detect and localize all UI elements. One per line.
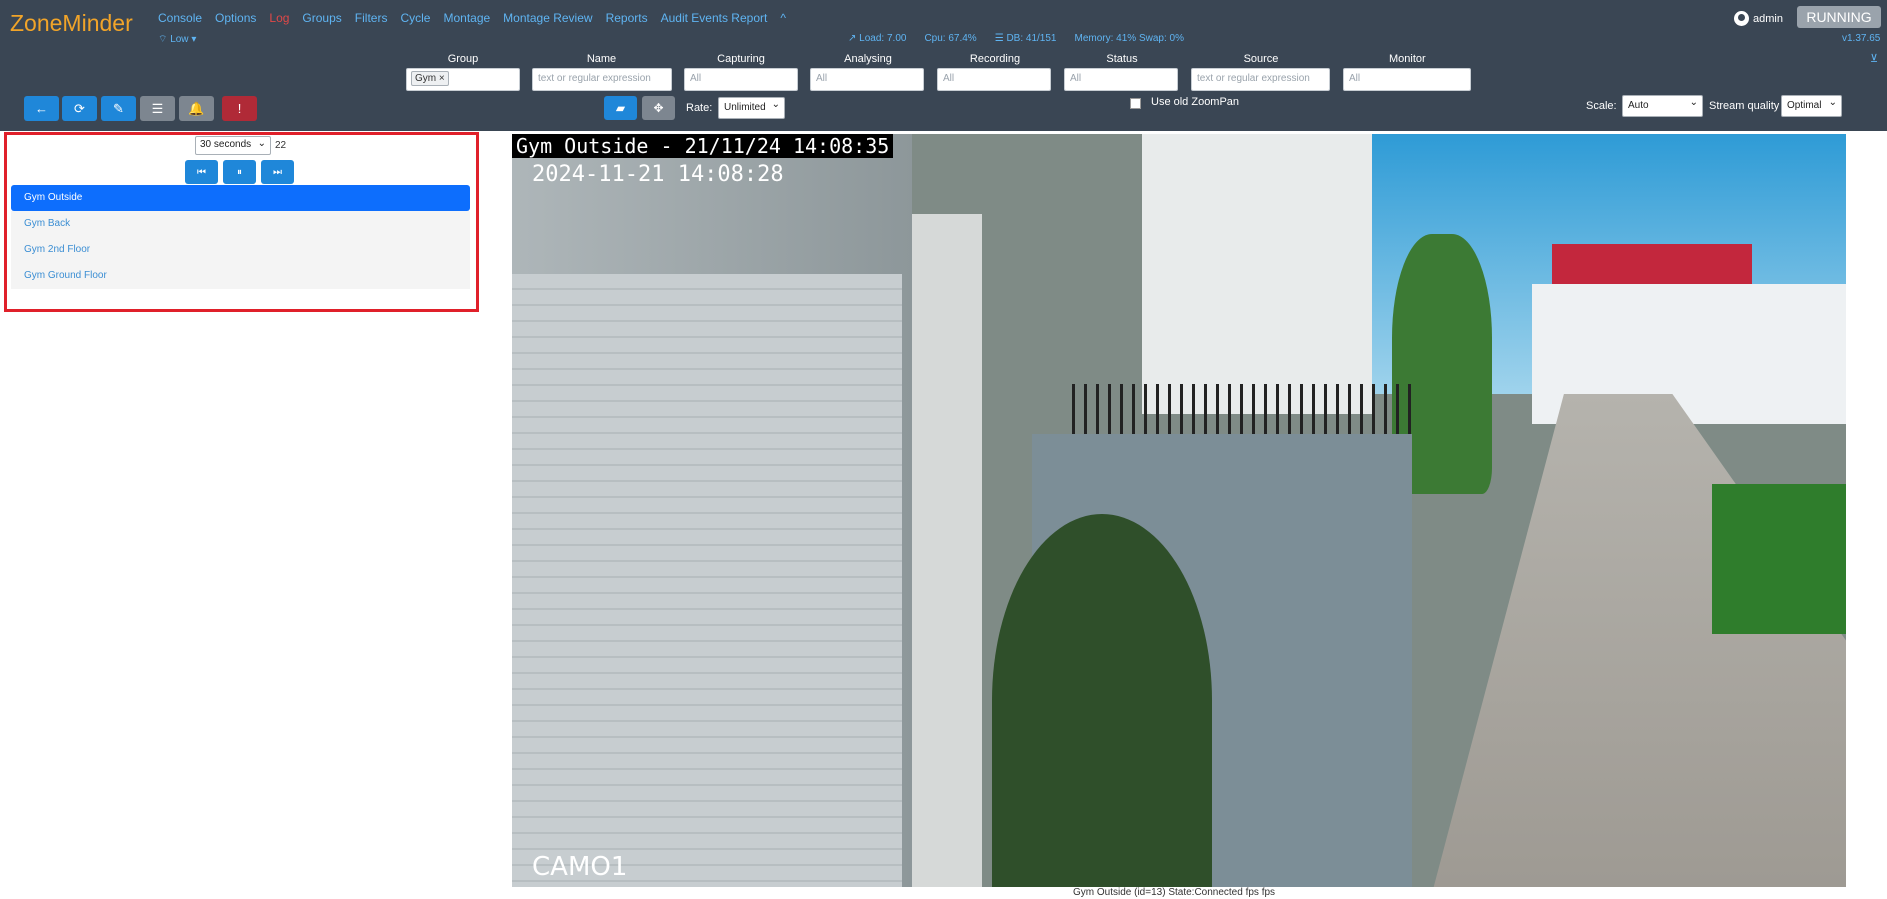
name-label: Name [586,53,617,65]
db-stat: ☰ DB: 41/151 [994,33,1057,44]
scale-select[interactable]: Auto [1622,95,1703,117]
stream-status-caption: Gym Outside (id=13) State:Connected fps … [1073,887,1276,898]
user-icon [1734,11,1749,26]
chevron-down-icon: ▾ [191,34,197,45]
monitor-item-gym-2nd-floor[interactable]: Gym 2nd Floor [11,237,470,263]
menu-cycle[interactable]: Cycle [400,11,430,25]
stream-quality-select[interactable]: Optimal [1781,95,1842,117]
edit-button[interactable]: ✎ [101,96,136,121]
alert-icon: ! [237,101,242,116]
cpu-stat: Cpu: 67.4% [924,33,977,44]
stream-quality-label: Stream quality [1709,100,1780,112]
menu-montage[interactable]: Montage [443,11,490,25]
menu-montage-review[interactable]: Montage Review [503,11,592,25]
capturing-select[interactable]: All [684,68,798,91]
monitor-item-gym-back[interactable]: Gym Back [11,211,470,237]
wifi-icon: ⌔ [158,34,168,45]
stream-overlay-title: Gym Outside - 21/11/24 14:08:35 [512,134,894,158]
group-chip-gym[interactable]: Gym × [411,71,449,86]
play-mode-button[interactable]: ▰ [604,96,637,120]
settings-button[interactable]: ☰ [140,96,175,121]
back-button[interactable]: ← [24,96,59,121]
status-label: Status [1106,53,1138,65]
stream-overlay-camera: CAMO1 [532,852,628,882]
bandwidth-selector[interactable]: ⌔ Low ▾ [158,33,196,46]
menu-audit-events-report[interactable]: Audit Events Report [661,11,768,25]
skip-back-icon: ⏮ [197,166,206,178]
zoompan-checkbox[interactable] [1130,98,1141,109]
monitor-label: Monitor [1389,53,1426,65]
status-select[interactable]: All [1064,68,1178,91]
zoompan-label: Use old ZoomPan [1151,96,1240,108]
bell-icon: 🔔 [188,100,205,116]
name-input[interactable]: text or regular expression [532,68,672,91]
recording-select[interactable]: All [937,68,1051,91]
system-stats: ↗ Load: 7.00 Cpu: 67.4% ☰ DB: 41/151 Mem… [848,33,1184,44]
db-icon: ☰ [994,33,1007,44]
bandwidth-label: Low [170,34,189,45]
brand-logo[interactable]: ZoneMinder [10,10,133,37]
video-icon: ▰ [615,101,626,115]
live-stream-view[interactable]: Gym Outside - 21/11/24 14:08:35 2024-11-… [512,134,1846,887]
menu-log[interactable]: Log [269,11,289,25]
sliders-icon: ☰ [151,100,164,116]
main-menu: Console Options Log Groups Filters Cycle… [158,11,786,25]
filter-toggle-icon[interactable]: ⊻ [1870,52,1878,65]
pause-icon: ⏸ [237,166,242,178]
pause-cycle-button[interactable]: ⏸ [223,160,256,184]
next-monitor-button[interactable]: ⏭ [261,160,294,184]
capturing-label: Capturing [717,53,765,65]
rate-label: Rate: [686,102,713,114]
analysing-select[interactable]: All [810,68,924,91]
menu-filters[interactable]: Filters [355,11,388,25]
menu-collapse[interactable]: ^ [780,11,786,25]
move-icon: ✥ [653,101,664,115]
username: admin [1753,12,1783,25]
refresh-button[interactable]: ⟳ [62,96,97,121]
previous-monitor-button[interactable]: ⏮ [185,160,218,184]
monitor-select[interactable]: All [1343,68,1471,91]
source-label: Source [1243,53,1279,65]
cycle-interval-select[interactable]: 30 seconds [195,136,271,155]
analysing-label: Analysing [844,53,892,65]
menu-groups[interactable]: Groups [302,11,341,25]
refresh-icon: ⟳ [74,100,85,116]
source-input[interactable]: text or regular expression [1191,68,1330,91]
monitor-item-gym-ground-floor[interactable]: Gym Ground Floor [11,263,470,289]
menu-options[interactable]: Options [215,11,256,25]
memory-stat: Memory: 41% Swap: 0% [1074,33,1185,44]
group-label: Group [447,53,479,65]
arrow-left-icon: ← [35,101,48,116]
menu-console[interactable]: Console [158,11,202,25]
version-label[interactable]: v1.37.65 [1842,33,1880,44]
alarm-button[interactable]: 🔔 [179,96,214,121]
pan-mode-button[interactable]: ✥ [642,96,675,120]
status-button[interactable]: RUNNING [1797,6,1881,28]
user-menu[interactable]: admin [1734,11,1783,26]
cycle-countdown: 22 [275,140,287,151]
monitor-item-gym-outside[interactable]: Gym Outside [11,185,470,211]
edit-icon: ✎ [113,100,124,116]
stream-overlay-timestamp: 2024-11-21 14:08:28 [532,162,784,187]
rate-select[interactable]: Unlimited [718,97,785,119]
chart-icon: ↗ [848,33,860,44]
skip-forward-icon: ⏭ [273,166,282,178]
recording-label: Recording [969,53,1021,65]
load-stat: ↗ Load: 7.00 [848,33,907,44]
menu-reports[interactable]: Reports [606,11,648,25]
force-alarm-button[interactable]: ! [222,96,257,121]
scale-label: Scale: [1586,100,1617,112]
